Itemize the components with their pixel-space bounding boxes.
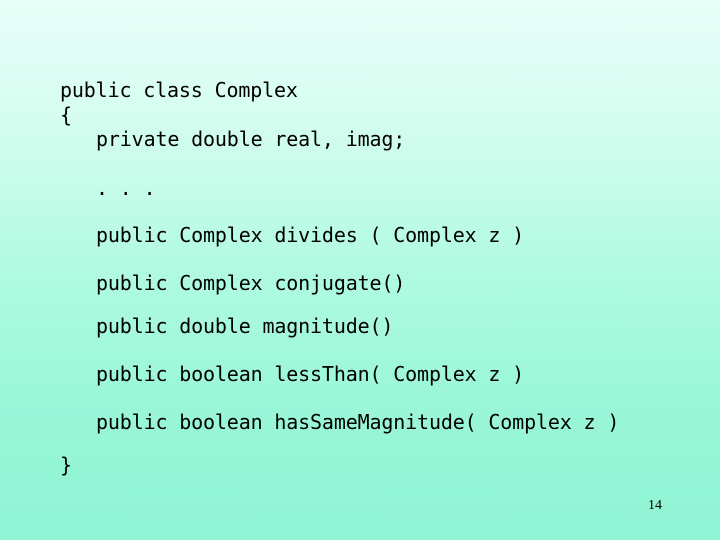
code-block: public class Complex { private double re…: [0, 0, 720, 490]
code-line: public class Complex: [60, 78, 298, 102]
code-line-ellipsis: . . .: [96, 176, 156, 200]
code-line: public Complex conjugate(): [96, 271, 406, 295]
code-line: }: [60, 453, 72, 477]
presentation-slide: public class Complex { private double re…: [0, 0, 720, 540]
code-line: public boolean lessThan( Complex z ): [96, 362, 525, 386]
page-number: 14: [648, 498, 662, 513]
code-line: public double magnitude(): [96, 314, 394, 338]
code-line: {: [60, 103, 72, 127]
code-line: public boolean hasSameMagnitude( Complex…: [96, 410, 620, 434]
code-line: private double real, imag;: [96, 127, 406, 151]
code-line: public Complex divides ( Complex z ): [96, 223, 525, 247]
